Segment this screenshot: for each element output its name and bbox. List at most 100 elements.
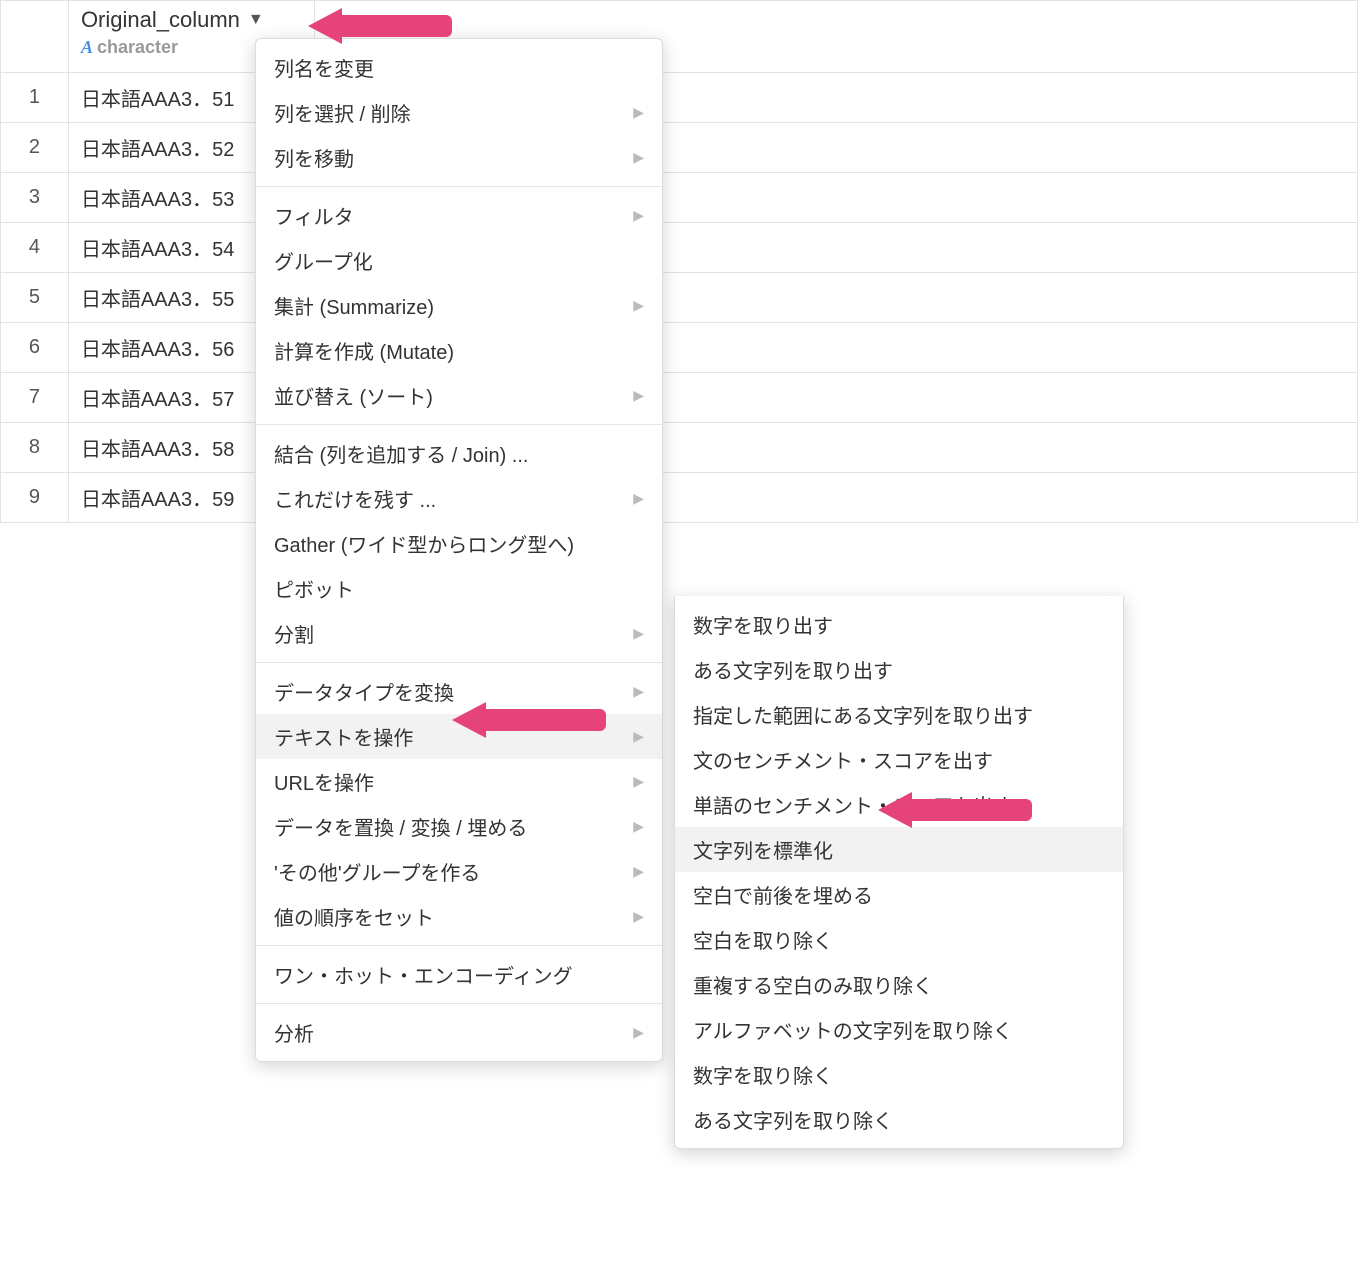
submenu-item-label: 重複する空白のみ取り除く [693,970,933,999]
submenu-arrow-icon: ▶ [633,908,644,925]
menu-item-label: URLを操作 [274,767,374,796]
menu-item-label: 分割 [274,619,314,648]
menu-item[interactable]: グループ化 [256,238,662,283]
submenu-item[interactable]: 文のセンチメント・スコアを出す [675,737,1123,782]
menu-item-label: 集計 (Summarize) [274,291,434,320]
column-name: Original_column [81,7,240,33]
menu-item[interactable]: Gather (ワイド型からロング型へ) [256,521,662,566]
submenu-item[interactable]: 重複する空白のみ取り除く [675,962,1123,1007]
table-row[interactable]: 3日本語AAA3．53 [1,173,1358,223]
submenu-item[interactable]: 指定した範囲にある文字列を取り出す [675,692,1123,737]
submenu-item[interactable]: 数字を取り出す [675,602,1123,647]
menu-separator [256,662,662,663]
row-number: 4 [1,223,69,273]
submenu-item[interactable]: 空白で前後を埋める [675,872,1123,917]
menu-item[interactable]: フィルタ ▶ [256,193,662,238]
menu-item[interactable]: 値の順序をセット ▶ [256,894,662,939]
menu-item-label: テキストを操作 [274,722,413,751]
menu-item-label: データを置換 / 変換 / 埋める [274,812,527,841]
menu-item-label: データタイプを変換 [274,677,454,706]
row-number: 9 [1,473,69,523]
submenu-arrow-icon: ▶ [633,207,644,224]
submenu-item-label: 指定した範囲にある文字列を取り出す [693,700,1033,729]
menu-item[interactable]: 結合 (列を追加する / Join) ... [256,431,662,476]
annotation-arrow-2 [452,702,606,738]
menu-item[interactable]: URLを操作 ▶ [256,759,662,804]
table-row[interactable]: 4日本語AAA3．54 [1,223,1358,273]
submenu-arrow-icon: ▶ [633,728,644,745]
menu-separator [256,945,662,946]
menu-separator [256,1003,662,1004]
type-icon: A [81,37,93,58]
menu-item[interactable]: 列名を変更 [256,45,662,90]
column-context-menu: 列名を変更列を選択 / 削除 ▶ 列を移動 ▶ フィルタ ▶ グループ化集計 (Summa… [255,38,663,1062]
menu-item[interactable]: 列を選択 / 削除 ▶ [256,90,662,135]
menu-item-label: 分析 [274,1018,314,1047]
row-number: 3 [1,173,69,223]
menu-item-label: 列を選択 / 削除 [274,98,411,127]
menu-item[interactable]: ピボット [256,566,662,611]
row-number: 1 [1,73,69,123]
menu-item-label: ワン・ホット・エンコーディング [274,960,573,989]
menu-item-label: 計算を作成 (Mutate) [274,336,454,365]
row-number: 5 [1,273,69,323]
submenu-arrow-icon: ▶ [633,625,644,642]
chevron-down-icon[interactable]: ▼ [248,11,264,29]
submenu-item-label: 空白で前後を埋める [693,880,873,909]
menu-item-label: 'その他'グループを作る [274,857,480,886]
menu-item-label: 列を移動 [274,143,354,172]
menu-separator [256,186,662,187]
submenu-item[interactable]: ある文字列を取り出す [675,647,1123,692]
table-row[interactable]: 1日本語AAA3．51 [1,73,1358,123]
menu-item[interactable]: 'その他'グループを作る ▶ [256,849,662,894]
table-row[interactable]: 9日本語AAA3．59 [1,473,1358,523]
menu-item[interactable]: 分析▶ [256,1010,662,1055]
submenu-item-label: 空白を取り除く [693,925,833,954]
submenu-item-label: 文字列を標準化 [693,835,833,864]
submenu-item-label: ある文字列を取り除く [693,1105,893,1134]
submenu-item-label: 数字を取り除く [693,1060,833,1089]
submenu-arrow-icon: ▶ [633,818,644,835]
table-row[interactable]: 5日本語AAA3．55 [1,273,1358,323]
table-row[interactable]: 2日本語AAA3．52 [1,123,1358,173]
submenu-item[interactable]: 空白を取り除く [675,917,1123,962]
annotation-arrow-1 [308,8,452,44]
submenu-item[interactable]: 数字を取り除く [675,1052,1123,1097]
menu-item[interactable]: 並び替え (ソート)▶ [256,373,662,418]
menu-item-label: 結合 (列を追加する / Join) ... [274,439,528,468]
menu-item-label: フィルタ [274,201,354,230]
menu-item[interactable]: 列を移動 ▶ [256,135,662,180]
submenu-arrow-icon: ▶ [633,773,644,790]
text-operations-submenu: 数字を取り出すある文字列を取り出す指定した範囲にある文字列を取り出す文のセンチメ… [674,596,1124,1149]
row-number: 8 [1,423,69,473]
menu-item-label: これだけを残す ... [274,484,436,513]
menu-item[interactable]: これだけを残す ...▶ [256,476,662,521]
menu-item[interactable]: データを置換 / 変換 / 埋める ▶ [256,804,662,849]
table-row[interactable]: 8日本語AAA3．58 [1,423,1358,473]
row-number: 6 [1,323,69,373]
row-number: 7 [1,373,69,423]
annotation-arrow-3 [878,792,1032,828]
row-number-header [1,1,69,73]
menu-item[interactable]: ワン・ホット・エンコーディング [256,952,662,997]
menu-item-label: 並び替え (ソート) [274,381,433,410]
menu-item[interactable]: 集計 (Summarize) ▶ [256,283,662,328]
menu-separator [256,424,662,425]
submenu-item[interactable]: 文字列を標準化 [675,827,1123,872]
submenu-item[interactable]: アルファベットの文字列を取り除く [675,1007,1123,1052]
submenu-item-label: アルファベットの文字列を取り除く [693,1015,1013,1044]
menu-item[interactable]: 計算を作成 (Mutate) [256,328,662,373]
submenu-arrow-icon: ▶ [633,149,644,166]
menu-item[interactable]: 分割 ▶ [256,611,662,656]
table-row[interactable]: 6日本語AAA3．56 [1,323,1358,373]
submenu-arrow-icon: ▶ [633,863,644,880]
submenu-arrow-icon: ▶ [633,297,644,314]
submenu-item[interactable]: ある文字列を取り除く [675,1097,1123,1142]
menu-item-label: グループ化 [274,246,373,275]
column-type: character [97,37,178,58]
data-table: Original_column ▼ A character 1日本語AAA3．5… [0,0,1358,523]
submenu-arrow-icon: ▶ [633,683,644,700]
table-row[interactable]: 7日本語AAA3．57 [1,373,1358,423]
submenu-arrow-icon: ▶ [633,104,644,121]
menu-item-label: 値の順序をセット [274,902,434,931]
